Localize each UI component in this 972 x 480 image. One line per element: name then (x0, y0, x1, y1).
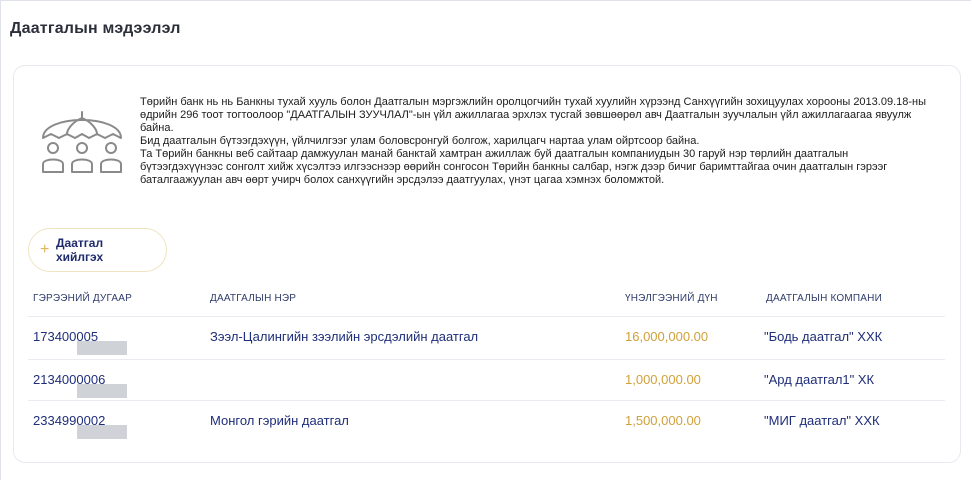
contract-prefix: 213400 (33, 372, 77, 387)
redacted-mask (77, 341, 128, 355)
insurance-name: Зээл-Цалингийн зээлийн эрсдэлийн даатгал (210, 329, 479, 344)
contract-number: 233499 0002 (33, 413, 128, 439)
table-row[interactable]: 233499 0002 Монгол гэрийн даатгал 1,500,0… (28, 400, 945, 441)
contract-number: 213400 0006 (33, 372, 128, 398)
description-paragraph: Төрийн банк нь нь Банкны тухай хууль бол… (140, 96, 927, 134)
amount-value: 1,000,000.00 (625, 372, 701, 387)
plus-icon: + (40, 241, 50, 258)
amount-value: 16,000,000.00 (625, 329, 709, 344)
insurance-description: Төрийн банк нь нь Банкны тухай хууль бол… (140, 96, 930, 187)
amount-value: 1,500,000.00 (625, 413, 701, 428)
add-insurance-button[interactable]: + Даатгал хийлгэх (28, 228, 167, 272)
umbrella-family-icon (42, 111, 122, 173)
redacted-mask (77, 384, 128, 398)
column-header-name: ДААТГАЛЫН НЭР (210, 293, 297, 304)
page-title: Даатгалын мэдээлэл (10, 20, 181, 37)
description-paragraph: Та Төрийн банкны веб сайтаар дамжуулан м… (140, 148, 888, 186)
company-name: "МИГ даатгал" ХХК (764, 413, 880, 428)
redacted-mask (77, 425, 128, 439)
insurance-name: Монгол гэрийн даатгал (210, 413, 349, 428)
column-header-company: ДААТГАЛЫН КОМПАНИ (766, 293, 882, 304)
add-insurance-label: Даатгал хийлгэх (56, 236, 104, 264)
description-paragraph: Бид даатгалын бүтээгдэхүүн, үйлчилгээг у… (140, 135, 700, 147)
table-row[interactable]: 213400 0006 1,000,000.00 "Ард даатгал1" Х… (28, 359, 945, 400)
contract-number: 173400 005 (33, 329, 128, 355)
column-header-amount: ҮНЭЛГЭЭНИЙ ДҮН (625, 293, 718, 304)
company-name: "Ард даатгал1" ХК (764, 372, 875, 387)
contract-prefix: 233499 (33, 413, 77, 428)
column-header-contract: ГЭРЭЭНИЙ ДУГААР (33, 293, 133, 304)
company-name: "Бодь даатгал" ХХК (764, 329, 883, 344)
table-row[interactable]: 173400 005 Зээл-Цалингийн зээлийн эрсдэли… (28, 316, 945, 357)
contract-prefix: 173400 (33, 329, 77, 344)
